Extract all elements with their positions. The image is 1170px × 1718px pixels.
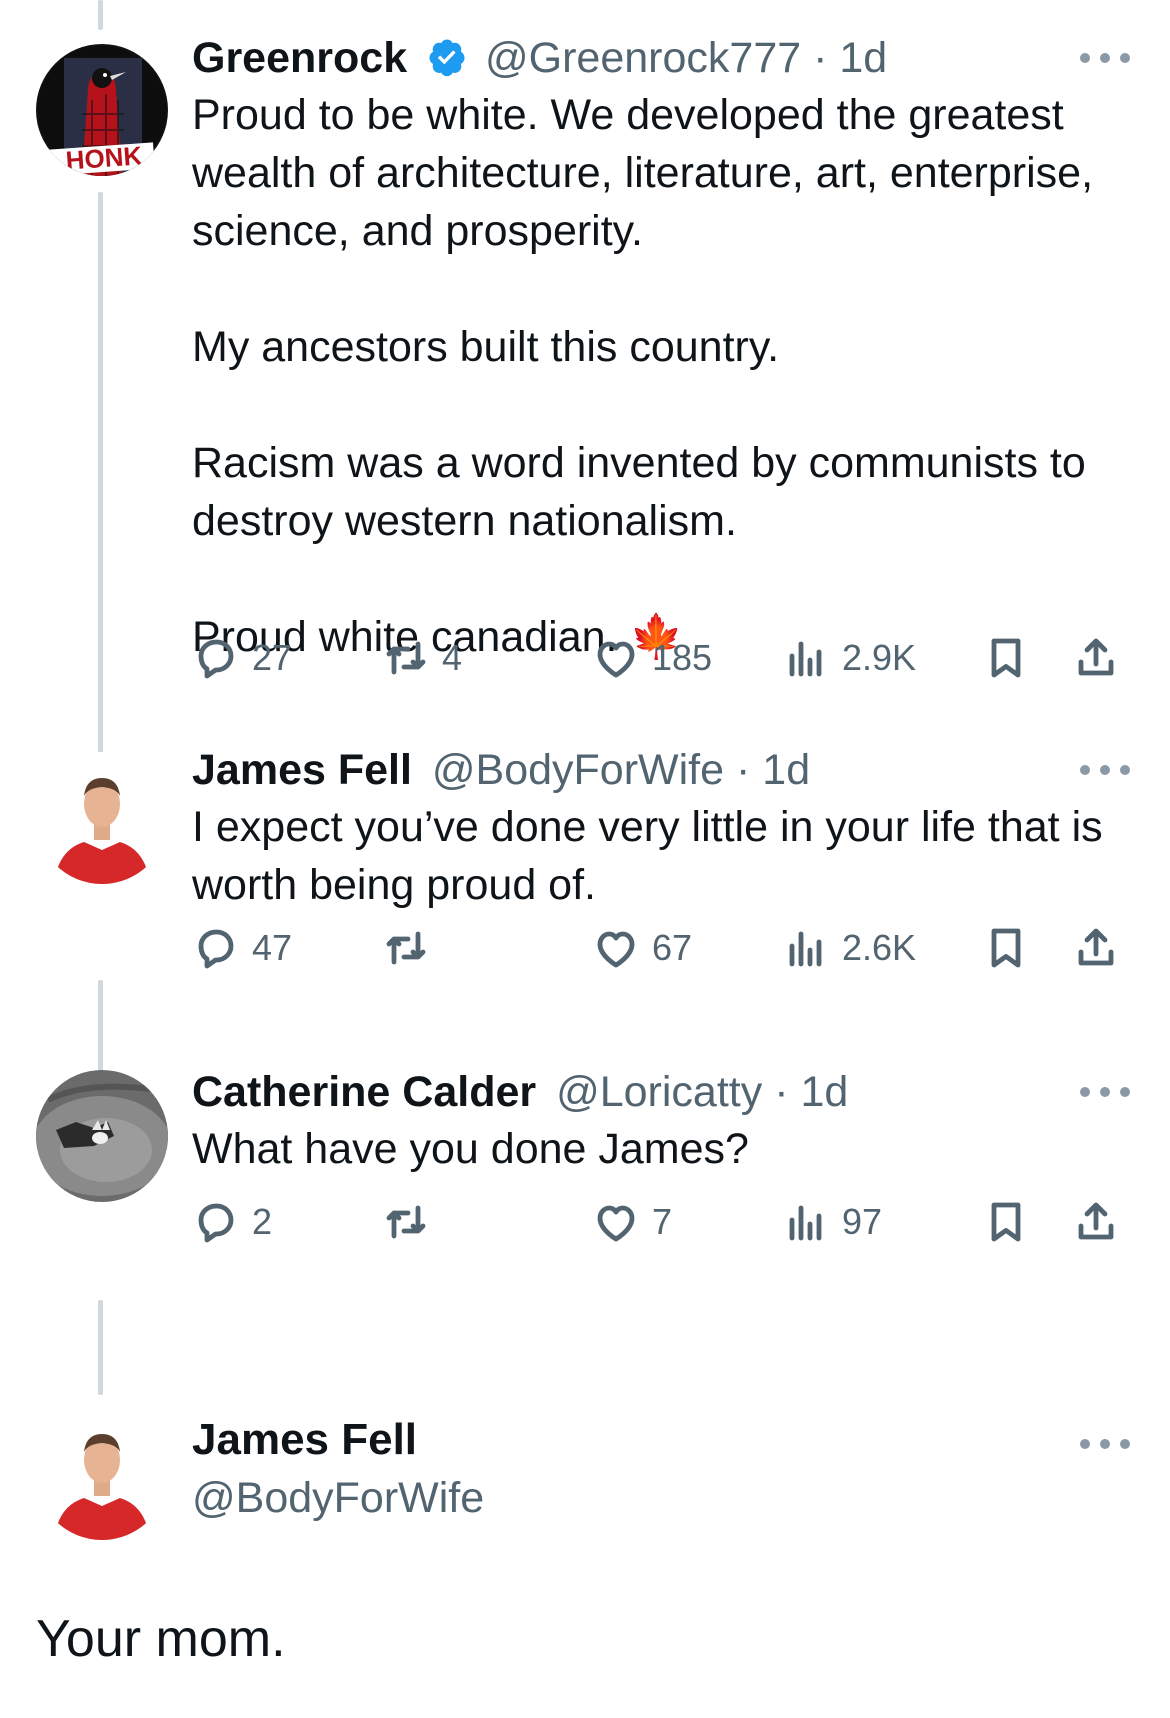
james-fell-avatar-image	[36, 1408, 168, 1540]
tweet-header: James Fell @BodyForWife	[192, 1410, 1130, 1526]
james-fell-avatar-image	[36, 752, 168, 884]
bookmark-icon	[991, 928, 1021, 968]
separator-dot: ·	[774, 1068, 789, 1116]
views-button[interactable]: 97	[782, 1192, 882, 1252]
avatar[interactable]	[36, 752, 168, 884]
separator-dot: ·	[736, 746, 751, 794]
retweet-button[interactable]	[382, 918, 442, 978]
like-button[interactable]: 185	[592, 628, 712, 688]
more-icon[interactable]	[1080, 28, 1130, 88]
views-button[interactable]: 2.6K	[782, 918, 916, 978]
display-name[interactable]: Catherine Calder	[192, 1068, 536, 1116]
tweet-header: Greenrock @Greenrock777 · 1d	[192, 28, 1130, 88]
tweet-text: What have you done James?	[192, 1125, 749, 1173]
display-name[interactable]: James Fell	[192, 746, 412, 794]
like-icon	[597, 1205, 635, 1242]
focused-tweet-text: Your mom.	[36, 1610, 286, 1668]
share-button[interactable]	[1072, 628, 1132, 688]
separator-dot: ·	[813, 34, 828, 82]
retweet-count: 4	[442, 637, 463, 678]
thread-page: HONK Greenrock @Greenrock777 · 1d Proud …	[0, 0, 1170, 1718]
reply-count: 27	[252, 637, 293, 678]
bookmark-button[interactable]	[982, 918, 1042, 978]
share-icon	[1078, 928, 1114, 966]
avatar[interactable]	[36, 1408, 168, 1540]
avatar[interactable]: HONK	[36, 44, 168, 176]
bookmark-button[interactable]	[982, 628, 1042, 688]
reply-icon	[198, 1203, 234, 1243]
share-button[interactable]	[1072, 1192, 1132, 1252]
catherine-calder-avatar-image	[36, 1070, 168, 1202]
like-icon	[597, 931, 635, 968]
handle[interactable]: @Greenrock777	[485, 34, 801, 82]
views-count: 97	[842, 1201, 883, 1242]
thread-line-1	[98, 192, 103, 822]
tweet-text: I expect you’ve done very little in your…	[192, 803, 1103, 909]
thread-line-3	[98, 1300, 103, 1395]
avatar[interactable]	[36, 1070, 168, 1202]
like-count: 67	[652, 927, 693, 968]
retweet-button[interactable]: 4	[382, 628, 462, 688]
like-icon	[597, 641, 635, 678]
views-icon	[789, 641, 822, 677]
views-icon	[789, 1205, 822, 1241]
tweet-text: Proud to be white. We developed the grea…	[192, 91, 1094, 661]
more-icon[interactable]	[1080, 1062, 1130, 1122]
timestamp[interactable]: 1d	[839, 34, 887, 82]
reply-button[interactable]: 47	[192, 918, 292, 978]
tweet-text-wrap: Proud to be white. We developed the grea…	[192, 86, 1130, 666]
like-button[interactable]: 67	[592, 918, 692, 978]
views-count: 2.9K	[842, 637, 917, 678]
like-button[interactable]: 7	[592, 1192, 672, 1252]
tweet-header: James Fell @BodyForWife · 1d	[192, 740, 1130, 800]
views-count: 2.6K	[842, 927, 917, 968]
handle[interactable]: @Loricatty	[556, 1068, 762, 1116]
verified-icon	[429, 39, 465, 77]
reply-icon	[198, 929, 234, 969]
reply-button[interactable]: 2	[192, 1192, 272, 1252]
views-icon	[789, 931, 822, 967]
bookmark-button[interactable]	[982, 1192, 1042, 1252]
share-icon	[1078, 1202, 1114, 1240]
bookmark-icon	[991, 1202, 1021, 1242]
tweet-actions: 27 4 185 2.9K	[192, 628, 1130, 688]
handle[interactable]: @BodyForWife	[432, 746, 724, 794]
views-button[interactable]: 2.9K	[782, 628, 916, 688]
timestamp[interactable]: 1d	[762, 746, 810, 794]
like-count: 185	[652, 637, 713, 678]
retweet-icon	[386, 641, 426, 675]
display-name[interactable]: Greenrock	[192, 34, 407, 82]
thread-line-top	[98, 0, 103, 30]
reply-count: 2	[252, 1201, 273, 1242]
retweet-icon	[386, 931, 426, 965]
more-icon[interactable]	[1080, 740, 1130, 800]
display-name[interactable]: James Fell	[192, 1410, 1130, 1470]
avatar-label: HONK	[64, 140, 144, 176]
tweet-actions: 2 7 97	[192, 1192, 1130, 1252]
retweet-icon	[386, 1205, 426, 1239]
retweet-button[interactable]	[382, 1192, 442, 1252]
tweet-actions: 47 67 2.6K	[192, 918, 1130, 978]
share-icon	[1078, 638, 1114, 676]
reply-button[interactable]: 27	[192, 628, 292, 688]
like-count: 7	[652, 1201, 673, 1242]
timestamp[interactable]: 1d	[800, 1068, 848, 1116]
reply-icon	[198, 639, 234, 679]
handle[interactable]: @BodyForWife	[192, 1470, 1130, 1526]
reply-count: 47	[252, 927, 293, 968]
share-button[interactable]	[1072, 918, 1132, 978]
more-icon[interactable]	[1080, 1414, 1130, 1474]
bookmark-icon	[991, 638, 1021, 678]
tweet-header: Catherine Calder @Loricatty · 1d	[192, 1062, 1130, 1122]
